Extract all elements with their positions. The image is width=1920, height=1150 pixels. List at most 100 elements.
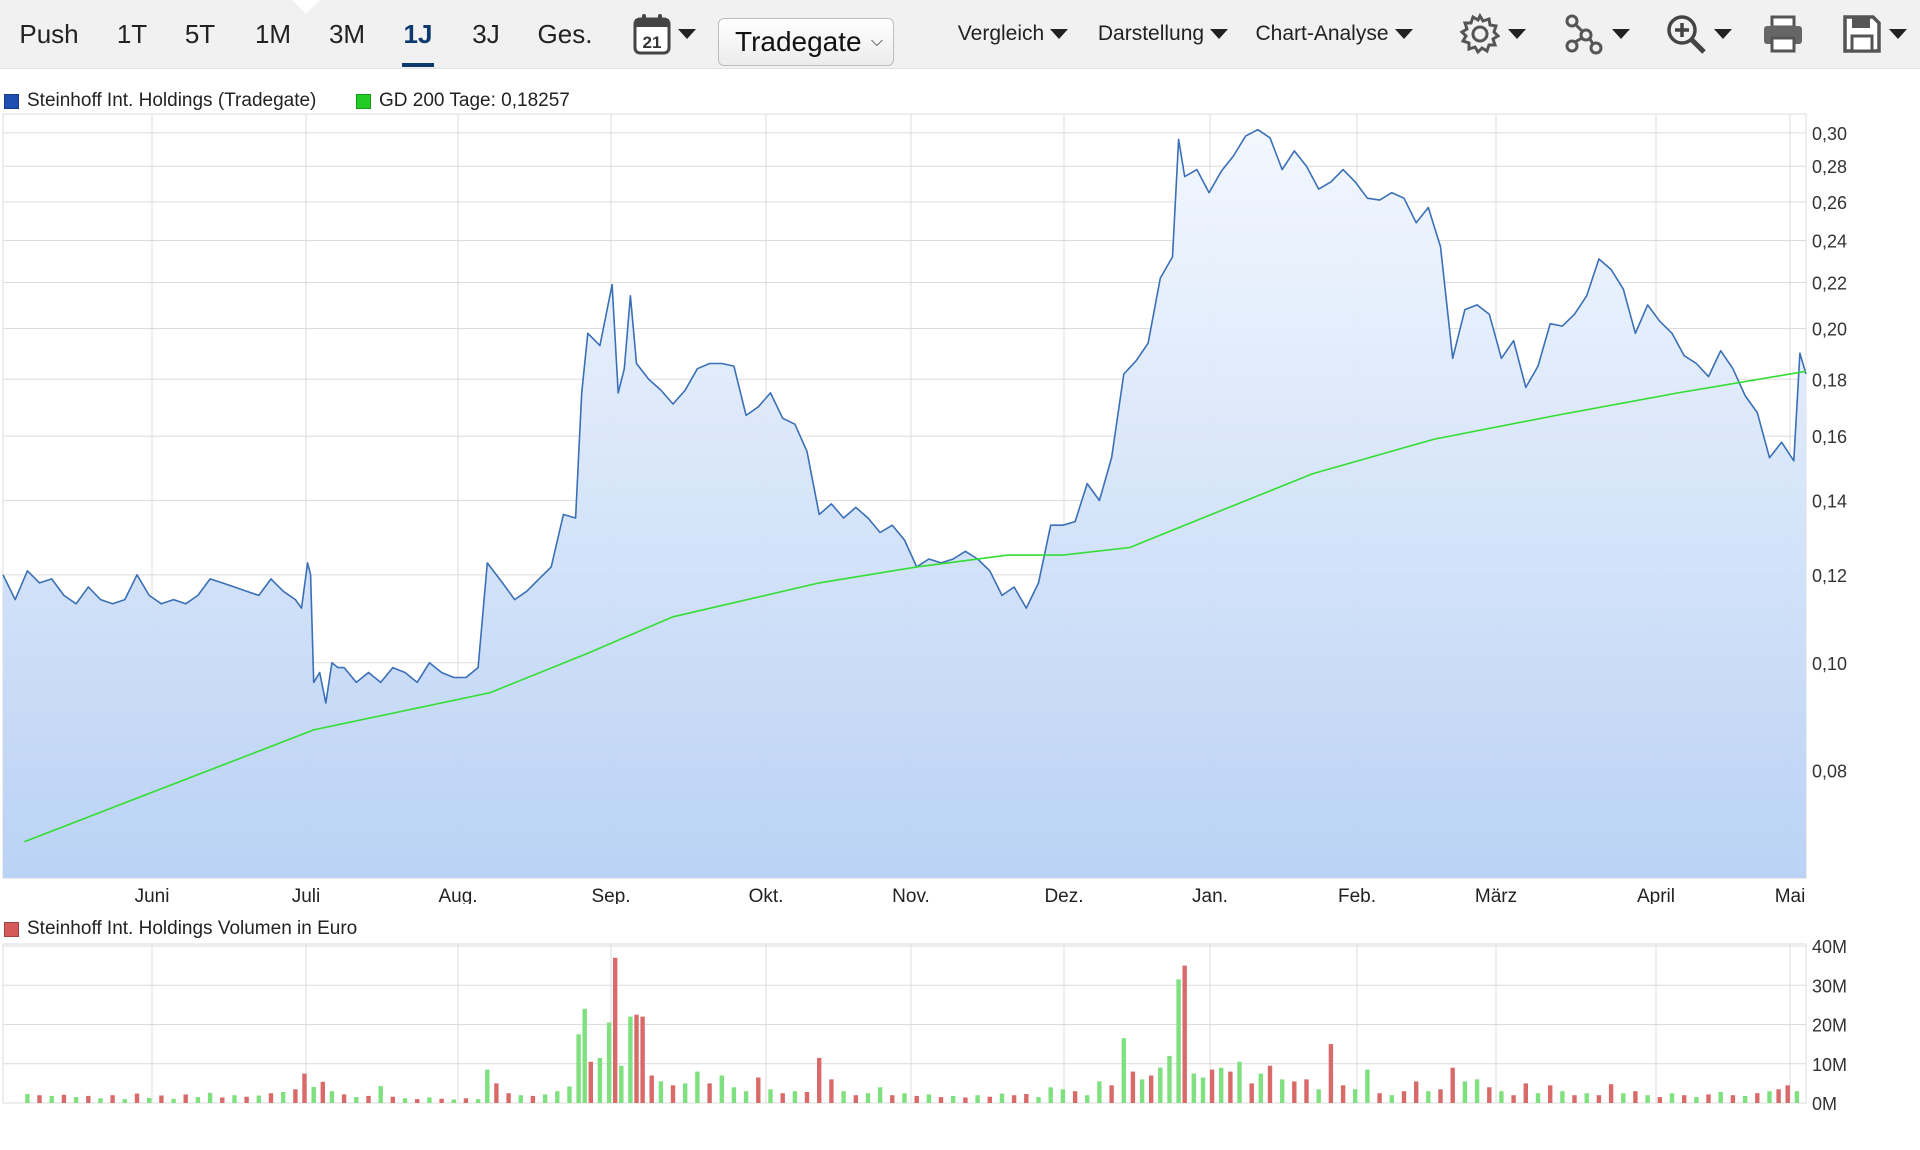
- volume-bar: [1682, 1095, 1687, 1103]
- volume-chart[interactable]: 0M 10M 20M 30M 40M: [0, 912, 1920, 1112]
- volume-bar: [183, 1094, 188, 1103]
- price-y-tick-label: 0,20: [1812, 319, 1847, 339]
- save-button[interactable]: [1832, 0, 1916, 68]
- volume-bar: [1401, 1091, 1407, 1103]
- menu-chart-analyse-label: Chart-Analyse: [1255, 22, 1389, 45]
- price-y-tick-label: 0,30: [1812, 124, 1847, 144]
- volume-bar: [1048, 1087, 1053, 1103]
- range-gesamt[interactable]: Ges.: [530, 0, 600, 68]
- volume-bar: [171, 1098, 176, 1103]
- volume-bar: [1280, 1079, 1285, 1103]
- exchange-select[interactable]: Tradegate ⌵: [718, 18, 894, 66]
- volume-y-tick-label: 10M: [1812, 1055, 1847, 1075]
- price-x-tick-label: Nov.: [892, 886, 930, 904]
- volume-bar: [1694, 1097, 1699, 1103]
- volume-bar: [582, 1008, 587, 1103]
- chart-toolbar: Push 1T 5T 1M 3M 1J 3J Ges. 21 Tradegate…: [0, 0, 1920, 69]
- volume-bar: [1523, 1083, 1528, 1103]
- volume-bar: [1718, 1092, 1723, 1103]
- volume-bar: [670, 1085, 676, 1103]
- volume-bar: [98, 1098, 103, 1103]
- volume-bar: [1176, 979, 1181, 1103]
- range-1j[interactable]: 1J: [392, 0, 444, 68]
- volume-bar: [658, 1081, 664, 1103]
- zoom-button[interactable]: [1656, 0, 1740, 68]
- menu-darstellung[interactable]: Darstellung: [1094, 0, 1232, 68]
- date-picker-button[interactable]: 21: [628, 0, 700, 68]
- volume-bar: [542, 1094, 548, 1103]
- price-x-tick-label: Jan.: [1192, 886, 1228, 904]
- volume-bar: [73, 1097, 79, 1103]
- volume-bar: [1209, 1069, 1215, 1103]
- volume-bar: [683, 1083, 688, 1103]
- volume-plot-frame: [2, 943, 1807, 1104]
- price-x-tick-label: Juli: [292, 886, 321, 904]
- volume-bar: [1706, 1094, 1711, 1103]
- volume-bar: [485, 1069, 490, 1103]
- volume-bar: [695, 1071, 700, 1103]
- volume-bar: [256, 1095, 261, 1103]
- price-x-tick-label: Sep.: [591, 886, 630, 904]
- settings-button[interactable]: [1450, 0, 1534, 68]
- menu-vergleich[interactable]: Vergleich: [954, 0, 1072, 68]
- volume-bar: [341, 1094, 347, 1103]
- volume-bar: [1785, 1085, 1790, 1103]
- volume-bar: [780, 1093, 785, 1103]
- price-y-tick-label: 0,16: [1812, 427, 1847, 447]
- volume-bar: [1024, 1094, 1029, 1103]
- volume-bar: [530, 1095, 536, 1103]
- volume-bar: [938, 1097, 944, 1103]
- indicators-button[interactable]: [1554, 0, 1638, 68]
- volume-bar: [293, 1089, 298, 1103]
- volume-bar: [1121, 1038, 1126, 1103]
- volume-bar: [1182, 965, 1187, 1103]
- volume-bar: [914, 1095, 919, 1103]
- volume-bar: [354, 1097, 359, 1103]
- volume-bar: [865, 1093, 871, 1103]
- volume-bar: [1353, 1089, 1358, 1103]
- volume-bar: [817, 1057, 822, 1103]
- volume-bar: [244, 1096, 249, 1103]
- volume-bar: [597, 1057, 603, 1103]
- range-push[interactable]: Push: [10, 0, 88, 68]
- volume-bar: [829, 1079, 834, 1103]
- volume-bar: [1669, 1093, 1675, 1103]
- price-x-tick-label: April: [1637, 886, 1675, 904]
- volume-bar: [619, 1065, 624, 1103]
- volume-bar: [613, 957, 618, 1103]
- print-icon: [1764, 15, 1802, 53]
- menu-chart-analyse[interactable]: Chart-Analyse: [1254, 0, 1414, 68]
- volume-bar: [463, 1098, 469, 1103]
- price-chart[interactable]: 0,08 0,10 0,12 0,14 0,16 0,18 0,20 0,22 0,24 0,26…: [0, 84, 1920, 904]
- volume-bar: [987, 1096, 992, 1103]
- volume-bar: [1249, 1083, 1254, 1103]
- range-5t[interactable]: 5T: [172, 0, 228, 68]
- settings-icon: [1459, 12, 1501, 55]
- volume-bar: [302, 1073, 307, 1103]
- volume-bar: [1219, 1067, 1224, 1103]
- volume-bar: [147, 1097, 152, 1103]
- volume-bar: [195, 1097, 201, 1103]
- menu-vergleich-label: Vergleich: [957, 22, 1045, 45]
- volume-bar: [1499, 1091, 1504, 1103]
- chevron-down-icon: [1508, 29, 1526, 39]
- volume-bar: [649, 1075, 654, 1103]
- volume-bar: [268, 1093, 274, 1103]
- range-1m[interactable]: 1M: [244, 0, 302, 68]
- volume-bar: [451, 1099, 456, 1103]
- price-y-tick-label: 0,14: [1812, 491, 1847, 511]
- volume-bar: [999, 1093, 1005, 1103]
- volume-bar: [1377, 1093, 1382, 1103]
- volume-bar: [402, 1098, 408, 1103]
- volume-bar: [707, 1083, 712, 1103]
- volume-bar: [1596, 1095, 1602, 1103]
- volume-bar: [49, 1095, 54, 1103]
- volume-bar: [1036, 1097, 1041, 1103]
- print-button[interactable]: [1758, 0, 1808, 68]
- range-1t[interactable]: 1T: [106, 0, 158, 68]
- range-3j[interactable]: 3J: [460, 0, 512, 68]
- volume-bar: [1011, 1095, 1017, 1103]
- price-y-tick-label: 0,10: [1812, 654, 1847, 674]
- range-3m[interactable]: 3M: [318, 0, 376, 68]
- price-x-tick-label: Feb.: [1338, 886, 1376, 904]
